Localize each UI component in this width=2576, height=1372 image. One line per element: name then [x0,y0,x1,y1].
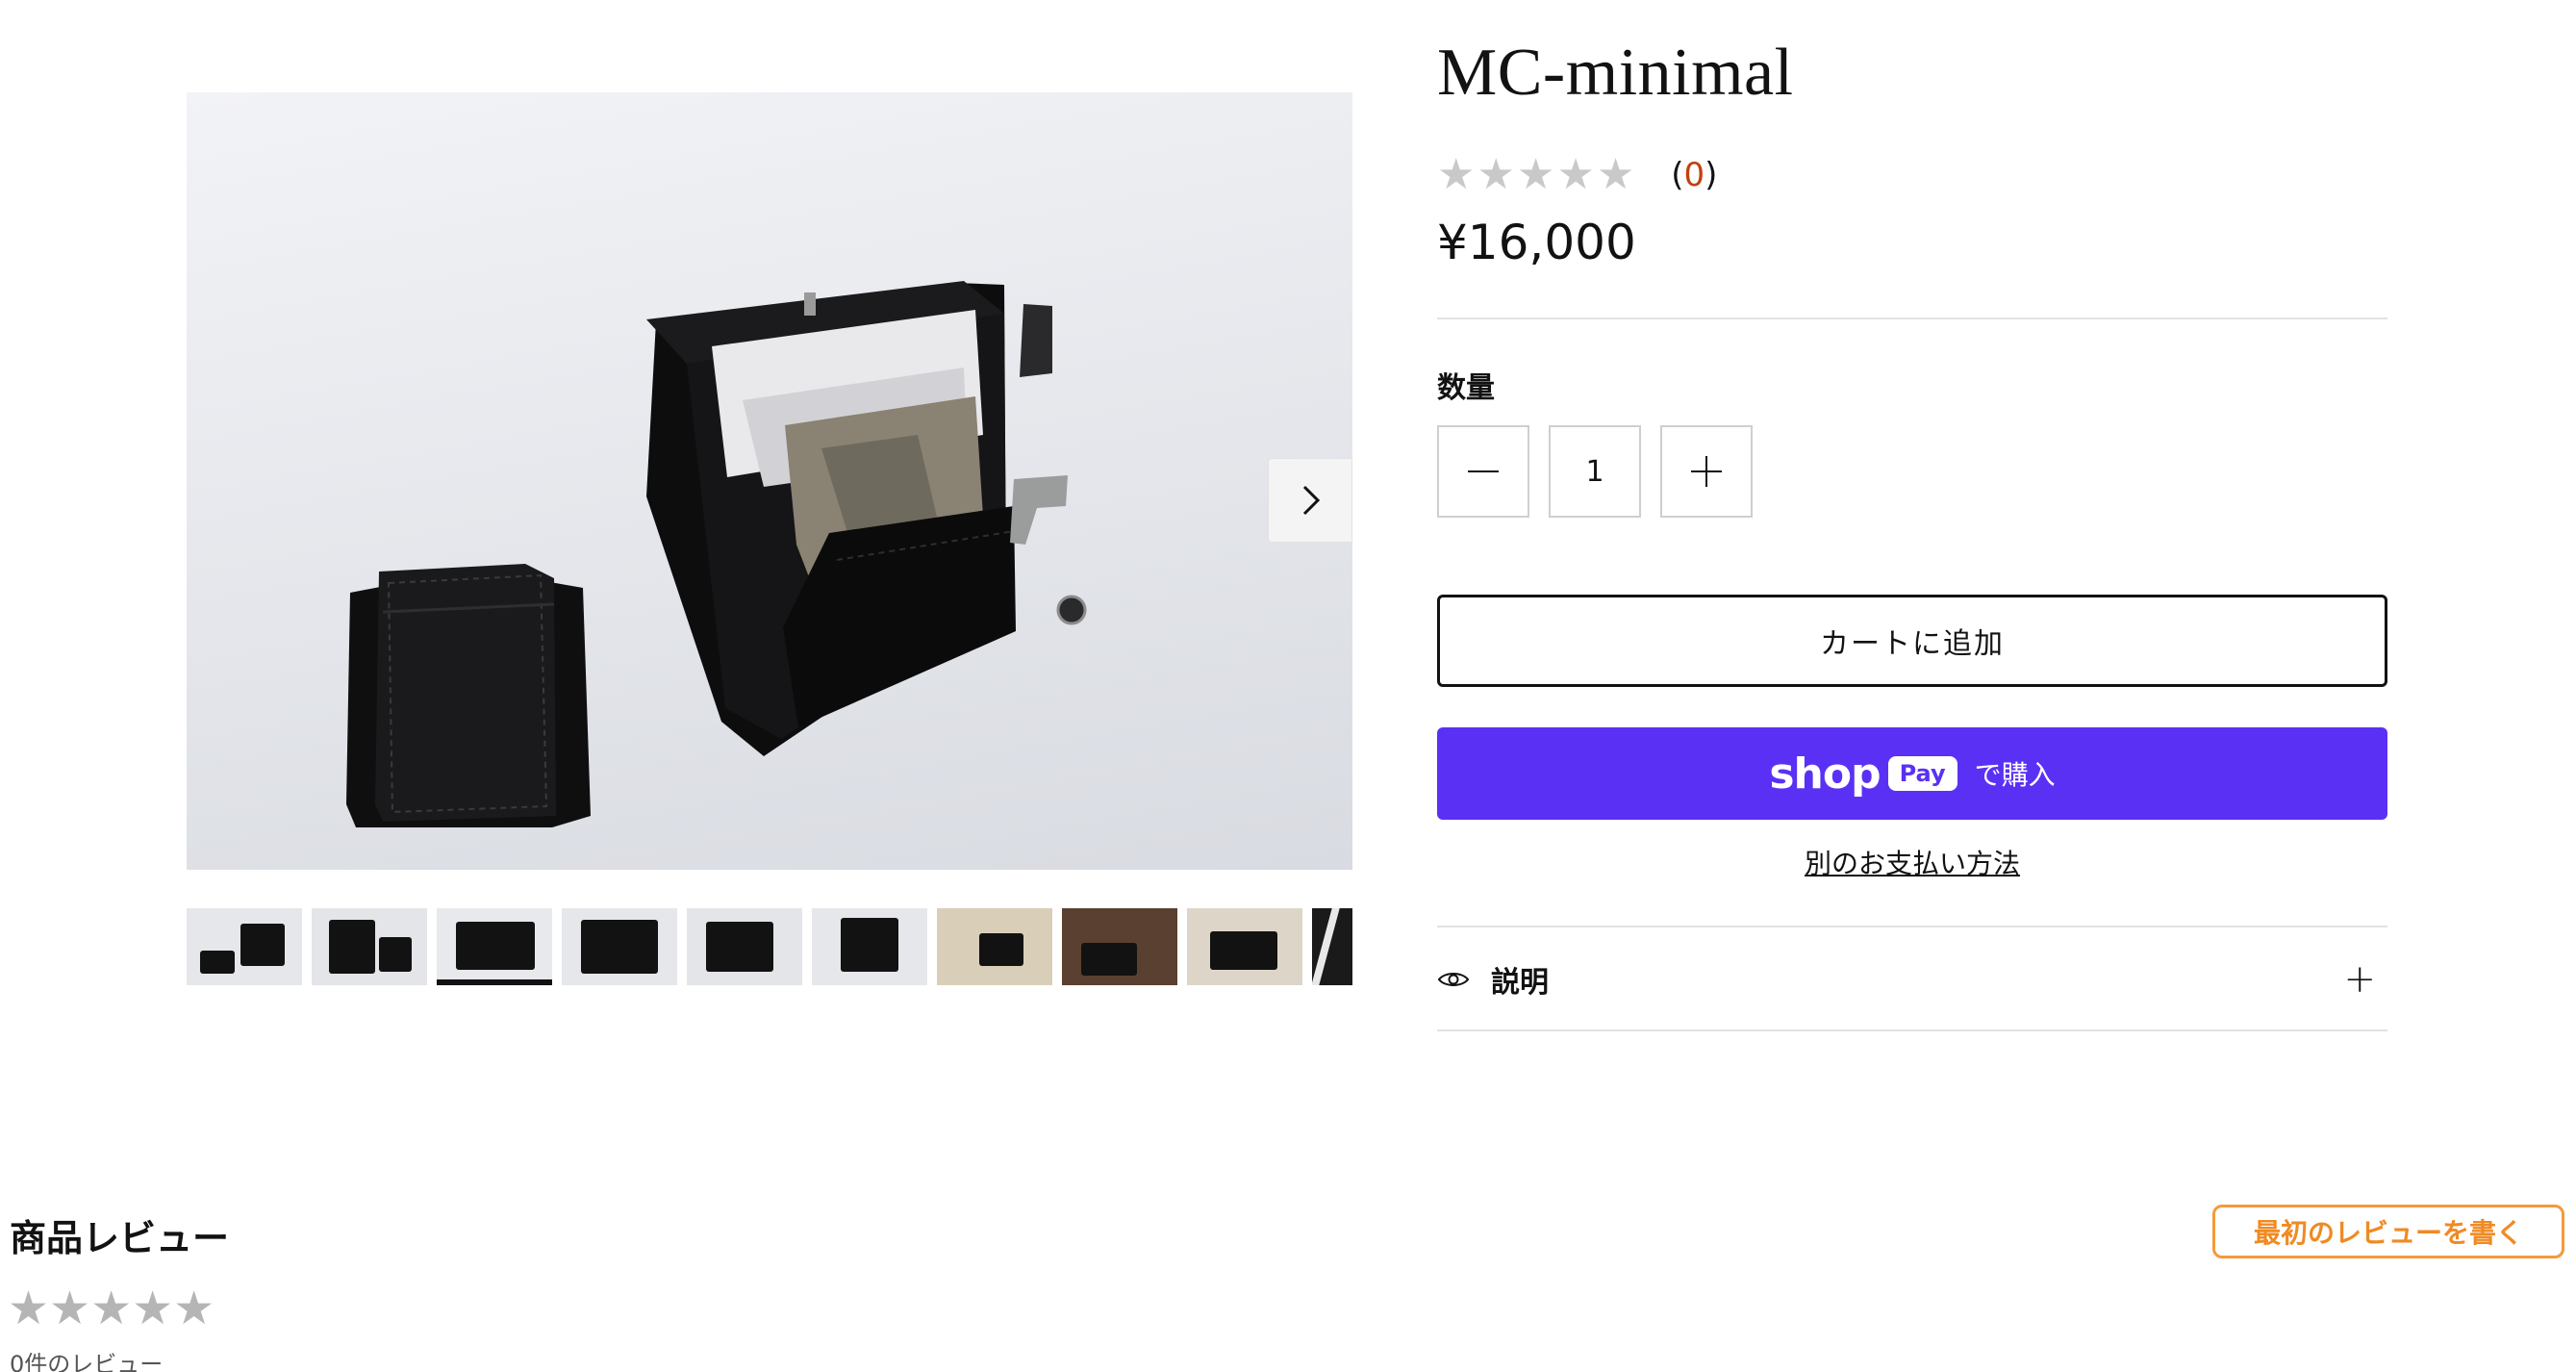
quantity-label: 数量 [1437,371,1495,405]
thumbnail-1[interactable] [187,908,302,985]
star-icon: ★ [1437,150,1476,199]
rating-stars: ★ ★ ★ ★ ★ [1437,154,1634,196]
wallet-photo [346,281,1087,827]
quantity-increment-button[interactable] [1660,425,1753,518]
write-first-review-button[interactable]: 最初のレビューを書く [2212,1205,2564,1258]
closed-wallet [346,564,591,827]
thumbnail-9[interactable] [1187,908,1302,985]
reviews-heading: 商品レビュー [10,1217,230,1259]
description-accordion[interactable]: 説明 + [1437,929,2387,1029]
thumbnail-8[interactable] [1062,908,1177,985]
shop-pay-badge: Pay [1887,756,1957,791]
thumbnail-10[interactable] [1312,908,1352,985]
shop-pay-button[interactable]: shop Pay で購入 [1437,727,2387,820]
reviews-stars: ★ ★ ★ ★ ★ [8,1285,215,1332]
star-icon: ★ [90,1282,133,1335]
more-payment-options-link[interactable]: 別のお支払い方法 [1437,843,2387,881]
add-to-cart-button[interactable]: カートに追加 [1437,595,2387,687]
quantity-decrement-button[interactable] [1437,425,1529,518]
plus-icon [1691,456,1722,487]
chevron-right-icon [1302,485,1321,516]
divider [1437,318,2387,319]
product-title: MC-minimal [1437,36,1794,110]
open-wallet [646,281,1087,756]
thumbnail-2[interactable] [312,908,427,985]
expand-plus-icon: + [2343,957,2376,1002]
star-icon: ★ [173,1282,215,1335]
shop-pay-label: で購入 [1974,759,2056,791]
product-rating[interactable]: ★ ★ ★ ★ ★ (0) [1437,154,1717,196]
thumbnail-6[interactable] [812,908,927,985]
rating-count: (0) [1671,156,1718,194]
quantity-input[interactable]: 1 [1549,425,1641,518]
star-icon: ★ [1477,150,1515,199]
next-image-button[interactable] [1268,458,1352,543]
minus-icon [1468,470,1499,472]
product-price: ¥16,000 [1437,215,1636,270]
thumbnail-7[interactable] [937,908,1052,985]
description-label: 説明 [1491,966,1549,1000]
star-icon: ★ [1596,150,1635,199]
star-icon: ★ [132,1282,174,1335]
divider [1437,926,2387,927]
star-icon: ★ [1556,150,1595,199]
thumbnail-3[interactable] [437,908,552,985]
divider [1437,1029,2387,1031]
thumbnail-4[interactable] [562,908,677,985]
star-icon: ★ [1516,150,1555,199]
product-main-image [187,92,1352,870]
thumbnail-strip [187,908,1352,989]
thumbnail-5[interactable] [687,908,802,985]
review-count-text: 0件のレビュー [10,1351,164,1372]
star-icon: ★ [49,1282,91,1335]
eye-icon [1437,973,1470,986]
shop-pay-logo: shop [1769,749,1881,799]
star-icon: ★ [8,1282,50,1335]
